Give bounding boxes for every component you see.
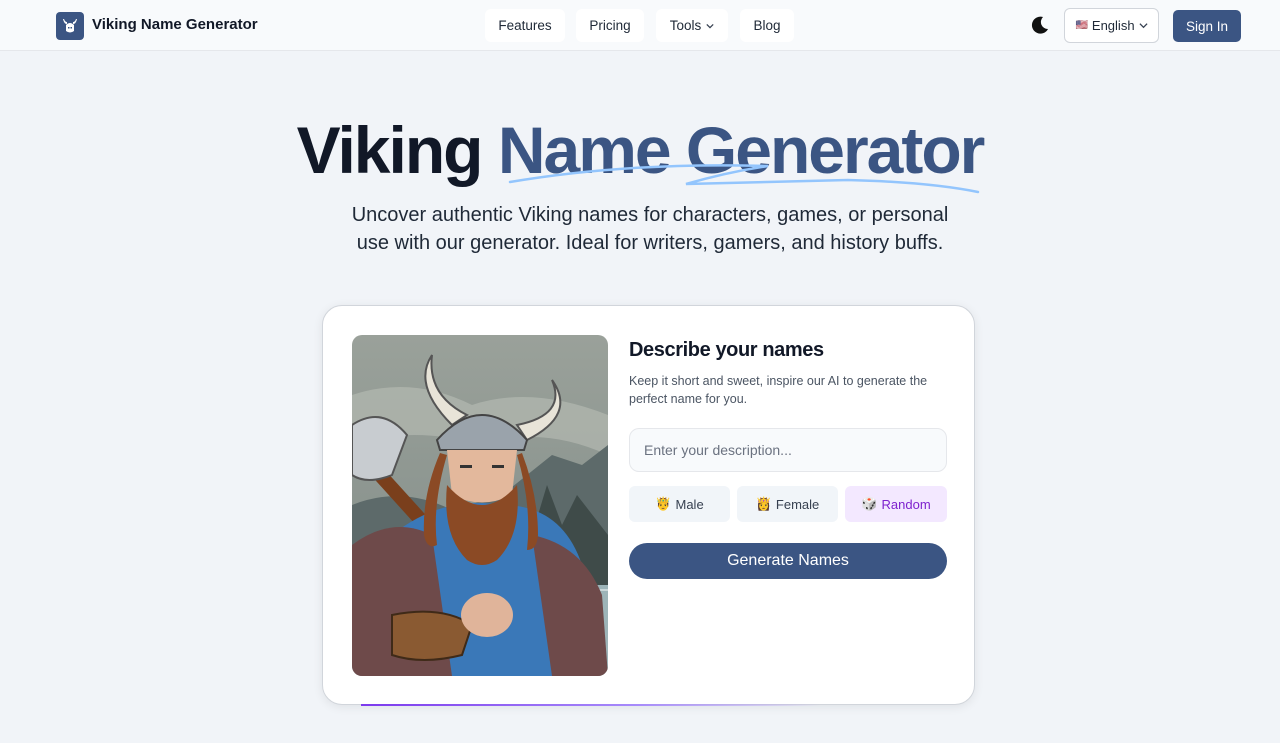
- hero-subtitle: Uncover authentic Viking names for chara…: [351, 204, 949, 254]
- nav-blog[interactable]: Blog: [740, 9, 794, 42]
- dice-emoji-icon: 🎲: [861, 496, 878, 511]
- nav-features[interactable]: Features: [485, 9, 565, 42]
- description-input[interactable]: [629, 428, 947, 472]
- gender-male-label: Male: [675, 496, 704, 512]
- site-header: Viking Name Generator Features Pricing T…: [0, 0, 1280, 51]
- viking-illustration: [352, 335, 608, 676]
- chevron-down-icon: [706, 23, 714, 28]
- sign-in-button[interactable]: Sign In: [1173, 10, 1241, 42]
- gender-male-button[interactable]: 🤴 Male: [629, 486, 730, 522]
- us-flag-icon: 🇺🇸: [1075, 20, 1088, 31]
- gender-random-label: Random: [881, 496, 931, 512]
- prince-emoji-icon: 🤴: [655, 496, 672, 511]
- moon-icon[interactable]: [1029, 14, 1051, 36]
- hero-title-part1: Viking: [296, 113, 484, 187]
- generate-names-button[interactable]: Generate Names: [629, 543, 947, 579]
- language-label: English: [1091, 18, 1135, 33]
- nav-pricing[interactable]: Pricing: [576, 9, 644, 42]
- chevron-down-icon: [1139, 23, 1148, 29]
- princess-emoji-icon: 👸: [755, 496, 772, 511]
- form-title: Describe your names: [629, 339, 824, 361]
- gender-female-button[interactable]: 👸 Female: [737, 486, 838, 522]
- generator-card: Describe your names Keep it short and sw…: [322, 305, 975, 706]
- gender-female-label: Female: [775, 496, 820, 512]
- nav-tools-label: Tools: [669, 18, 702, 33]
- nav-tools[interactable]: Tools: [656, 9, 728, 42]
- form-help-text: Keep it short and sweet, inspire our AI …: [629, 374, 928, 406]
- underline-swoosh-decoration: [508, 164, 980, 194]
- language-select[interactable]: 🇺🇸 English: [1064, 8, 1159, 43]
- progress-line-decoration: [361, 704, 821, 706]
- viking-logo-icon[interactable]: [56, 12, 84, 40]
- brand-name[interactable]: Viking Name Generator: [92, 16, 258, 33]
- gender-random-button[interactable]: 🎲 Random: [845, 486, 947, 522]
